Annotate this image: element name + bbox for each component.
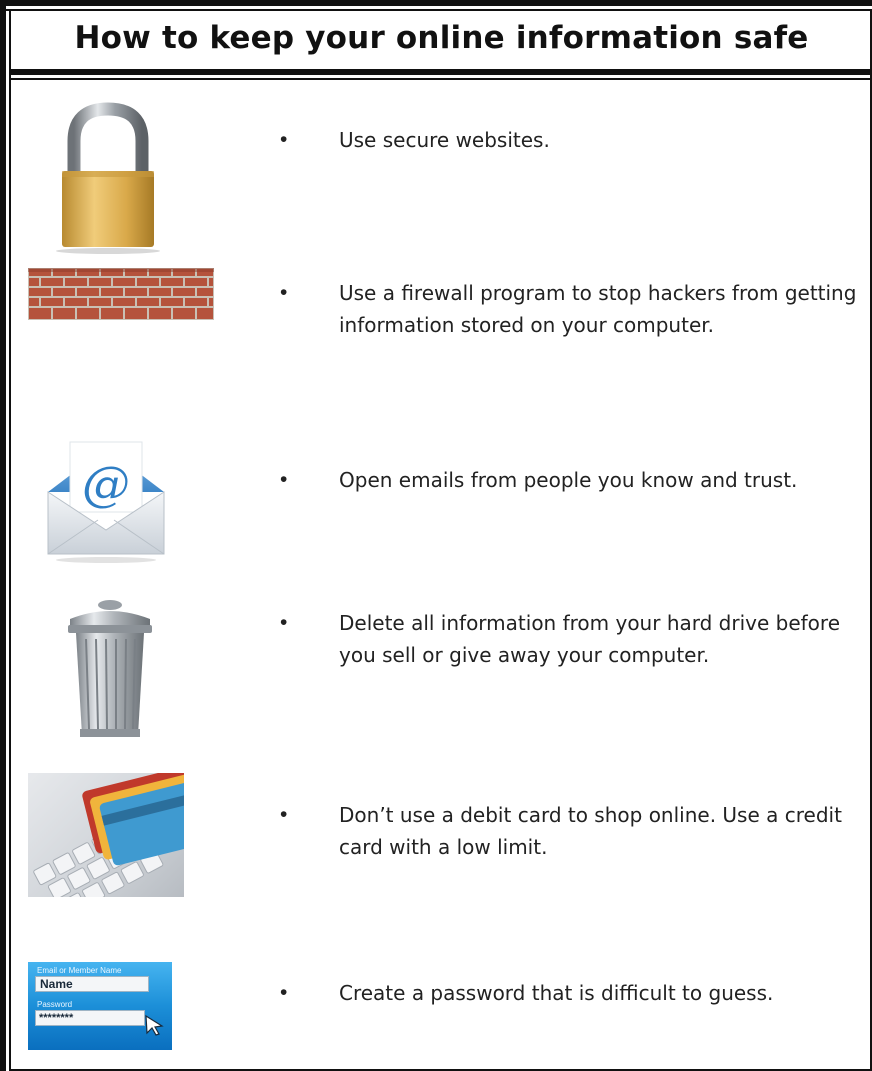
login-password-label: Password [37,1000,73,1009]
item-text: Open emails from people you know and tru… [339,468,798,492]
trash-can-icon [68,600,152,737]
login-form-icon: Email or Member Name Name Password *****… [28,962,172,1050]
title-divider-thick [11,69,872,75]
brick-wall-icon [28,268,214,320]
login-password-field: ******** [35,1010,145,1026]
cursor-arrow-icon [145,1014,164,1036]
bullet-marker: • [280,281,288,304]
item-text: Delete all information from your hard dr… [339,611,841,667]
item-text: Use secure websites. [339,128,550,152]
frame-left-inner-border [9,9,11,1071]
bullet-marker: • [280,611,288,634]
credit-cards-keyboard-icon [28,773,184,897]
at-sign: @ [82,456,130,512]
bullet-marker: • [280,128,288,151]
padlock-icon [56,102,160,254]
page-title: How to keep your online information safe [74,20,809,56]
title-divider-thin [11,78,872,80]
frame-top-inner-border [0,9,872,11]
item-text: Don’t use a debit card to shop online. U… [339,803,842,859]
frame-left-border [0,0,6,1071]
item-text: Create a password that is difficult to g… [339,981,774,1005]
bullet-marker: • [280,468,288,491]
frame-top-border [0,0,872,6]
email-envelope-icon: @ [47,441,165,563]
document-page: How to keep your online information safe [0,0,872,1071]
bullet-marker: • [280,803,288,826]
item-text: Use a firewall program to stop hackers f… [339,281,857,337]
bullet-marker: • [280,981,288,1004]
login-user-field: Name [35,976,149,992]
login-user-label: Email or Member Name [37,966,122,975]
